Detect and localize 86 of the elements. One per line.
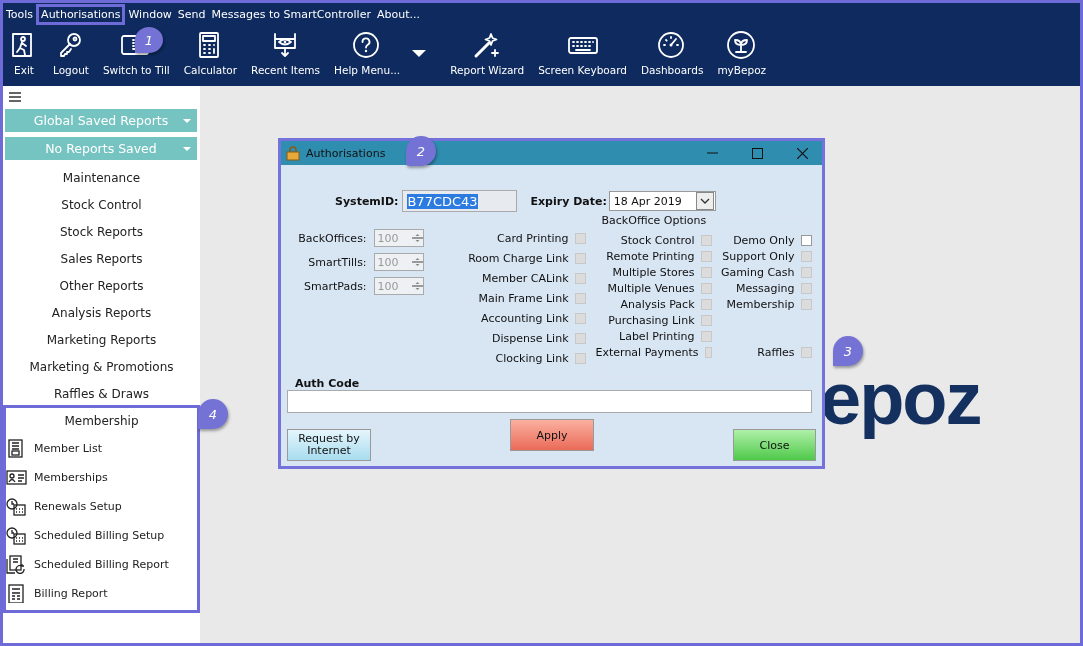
checkbox-label: Accounting Link	[481, 311, 569, 325]
close-icon[interactable]	[797, 147, 808, 159]
sidebar-item[interactable]: Raffles & Draws	[3, 381, 200, 408]
sidebar-subitem[interactable]: Member List	[6, 434, 197, 463]
sidebar-subitem[interactable]: Renewals Setup	[6, 492, 197, 521]
checkbox-label: Multiple Stores	[612, 265, 695, 279]
apply-button[interactable]: Apply	[510, 419, 594, 451]
spin-arrows-icon	[411, 232, 423, 244]
padlock-icon	[286, 145, 300, 161]
sidebar-subitem[interactable]: Billing Report	[6, 579, 197, 608]
field-label: Expiry Date:	[530, 194, 607, 208]
checkbox-label: Membership	[726, 297, 795, 311]
request-button[interactable]: Request by Internet	[287, 429, 371, 461]
toolbar-button[interactable]: Calculator	[178, 25, 243, 76]
checkbox-label: Demo Only	[733, 233, 795, 247]
window-title: Authorisations	[306, 146, 386, 160]
plant-logo-icon	[726, 30, 757, 60]
checkbox-label: Gaming Cash	[720, 265, 795, 279]
checkbox-label: Member CALink	[482, 271, 569, 285]
minimize-icon[interactable]	[707, 152, 718, 154]
checkbox-label: Support Only	[722, 249, 795, 263]
menu-item[interactable]: About...	[373, 5, 423, 23]
dropdown-caret-icon	[183, 147, 191, 151]
dropdown-caret-icon	[183, 119, 191, 123]
checkbox-label: Room Charge Link	[468, 251, 569, 265]
toolbar-button[interactable]: Help Menu...	[329, 25, 406, 76]
dropdown-caret-icon[interactable]	[412, 50, 427, 57]
checkbox-label: Card Printing	[496, 231, 569, 245]
checkbox-label: Clocking Link	[495, 351, 569, 365]
toolbar-button[interactable]: Recent Items	[246, 25, 326, 76]
checkbox[interactable]	[800, 234, 812, 246]
menu-item[interactable]: Messages to SmartController	[208, 5, 374, 23]
callout-badge: 1	[135, 27, 163, 53]
sidebar-item[interactable]: Marketing & Promotions	[3, 354, 200, 381]
sidebar-item[interactable]: Marketing Reports	[3, 327, 200, 354]
field-label: SystemID:	[335, 194, 399, 208]
date-picker[interactable]: 18 Apr 2019	[608, 191, 716, 211]
sidebar-item[interactable]: Stock Reports	[3, 219, 200, 246]
checkbox-label: Dispense Link	[492, 331, 569, 345]
sidebar-subitem[interactable]: Scheduled Billing Report	[6, 550, 197, 579]
sidebar-item[interactable]: Other Reports	[3, 273, 200, 300]
field-label: SmartPads:	[304, 279, 367, 293]
checkbox-label: Label Printing	[619, 329, 695, 343]
checkbox-label: Raffles	[757, 345, 795, 359]
group-title: BackOffice Options	[600, 214, 708, 229]
toolbar-button[interactable]: Screen Keyboard	[533, 25, 632, 76]
checkbox-label: Multiple Venues	[607, 281, 695, 295]
report-refresh-icon	[6, 555, 27, 574]
system-id-field[interactable]: B77CDC43	[402, 190, 518, 212]
sidebar-item[interactable]: Sales Reports	[3, 246, 200, 273]
checkbox-label: Remote Printing	[606, 249, 695, 263]
checkbox-label: External Payments	[595, 345, 699, 359]
checkbox-label: Messaging	[736, 281, 795, 295]
auth-code-field[interactable]	[287, 390, 812, 413]
checkbox-label: Main Frame Link	[478, 291, 569, 305]
clock-calendar-icon	[6, 497, 27, 516]
menu-item[interactable]: Window	[125, 5, 175, 23]
menu-item[interactable]: Tools	[3, 5, 37, 23]
sidebar-subitem[interactable]: Scheduled Billing Setup	[6, 521, 197, 550]
sidebar-item[interactable]: Membership	[6, 408, 197, 434]
field-label: SmartTills:	[308, 255, 367, 269]
maximize-icon[interactable]	[752, 147, 763, 159]
menu-item[interactable]: Send	[174, 5, 209, 23]
checkbox-label: Purchasing Link	[608, 313, 695, 327]
clock-calendar-icon	[6, 526, 27, 545]
toolbar-button[interactable]: Dashboards	[635, 25, 709, 76]
chevron-down-icon	[699, 198, 710, 204]
checkbox-label: Analysis Pack	[620, 297, 695, 311]
sidebar-item[interactable]: Maintenance	[3, 165, 200, 192]
spin-arrows-icon	[411, 280, 423, 292]
sidebar-subitem[interactable]: Memberships	[6, 463, 197, 492]
toolbar-button[interactable]: Logout	[48, 25, 94, 76]
sidebar-item[interactable]: Stock Control	[3, 192, 200, 219]
checkbox-label: Stock Control	[620, 233, 695, 247]
toolbar-button[interactable]: myBepoz	[712, 25, 772, 76]
menu-item[interactable]: Authorisations	[36, 3, 126, 25]
field-label: BackOffices:	[298, 231, 367, 245]
spin-arrows-icon	[411, 256, 423, 268]
toolbar-button[interactable]: Report Wizard	[445, 25, 530, 76]
close-button[interactable]: Close	[733, 429, 816, 461]
document-icon	[6, 584, 27, 603]
hamburger-menu-icon[interactable]	[9, 92, 21, 102]
field-label: Auth Code	[295, 377, 361, 390]
toolbar-button[interactable]: Exit	[4, 25, 44, 76]
id-card-icon	[6, 468, 27, 487]
sidebar-item[interactable]: Analysis Reports	[3, 300, 200, 327]
